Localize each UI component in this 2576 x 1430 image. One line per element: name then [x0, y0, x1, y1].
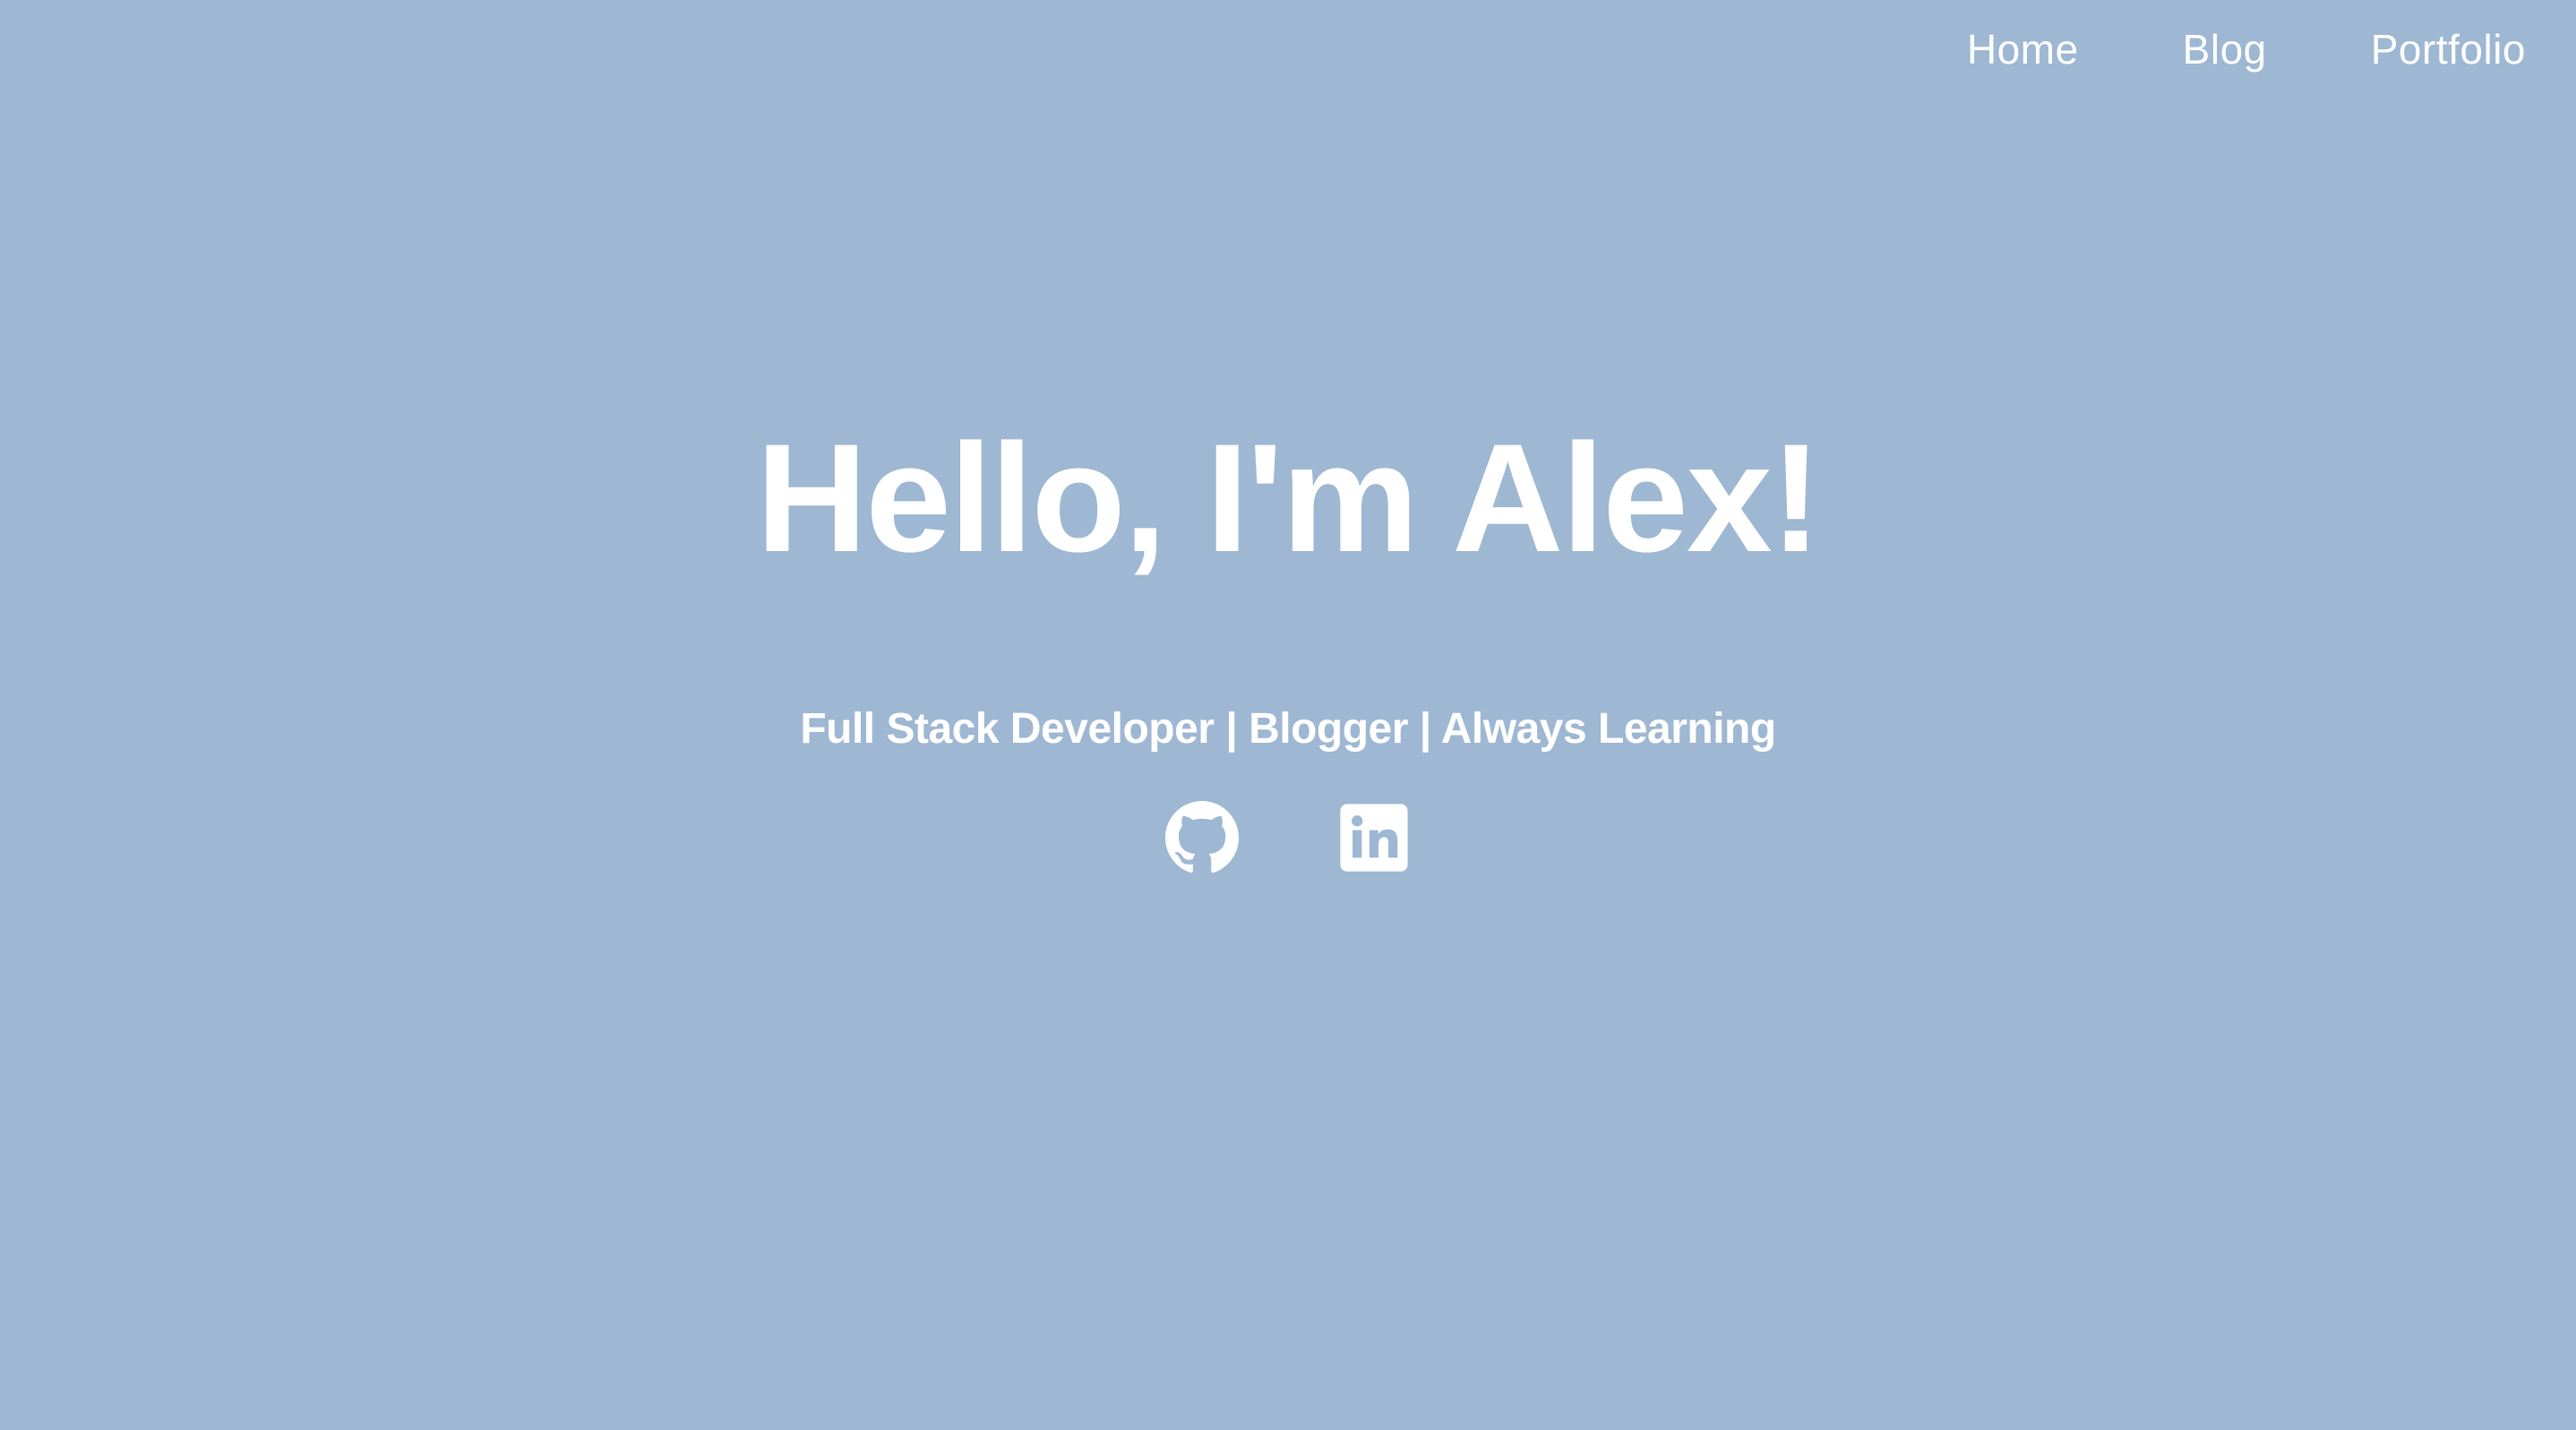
nav-link-blog[interactable]: Blog [2183, 25, 2267, 73]
nav-link-portfolio[interactable]: Portfolio [2371, 25, 2526, 73]
github-link[interactable] [1165, 801, 1239, 874]
nav-link-home[interactable]: Home [1967, 25, 2079, 73]
social-links [0, 801, 2576, 874]
linkedin-icon [1340, 804, 1408, 872]
top-nav: Home Blog Portfolio [1967, 25, 2526, 73]
hero-title: Hello, I'm Alex! [756, 412, 1822, 584]
hero-subtitle: Full Stack Developer | Blogger | Always … [800, 705, 1776, 753]
github-icon [1165, 801, 1239, 873]
linkedin-link[interactable] [1337, 801, 1411, 874]
